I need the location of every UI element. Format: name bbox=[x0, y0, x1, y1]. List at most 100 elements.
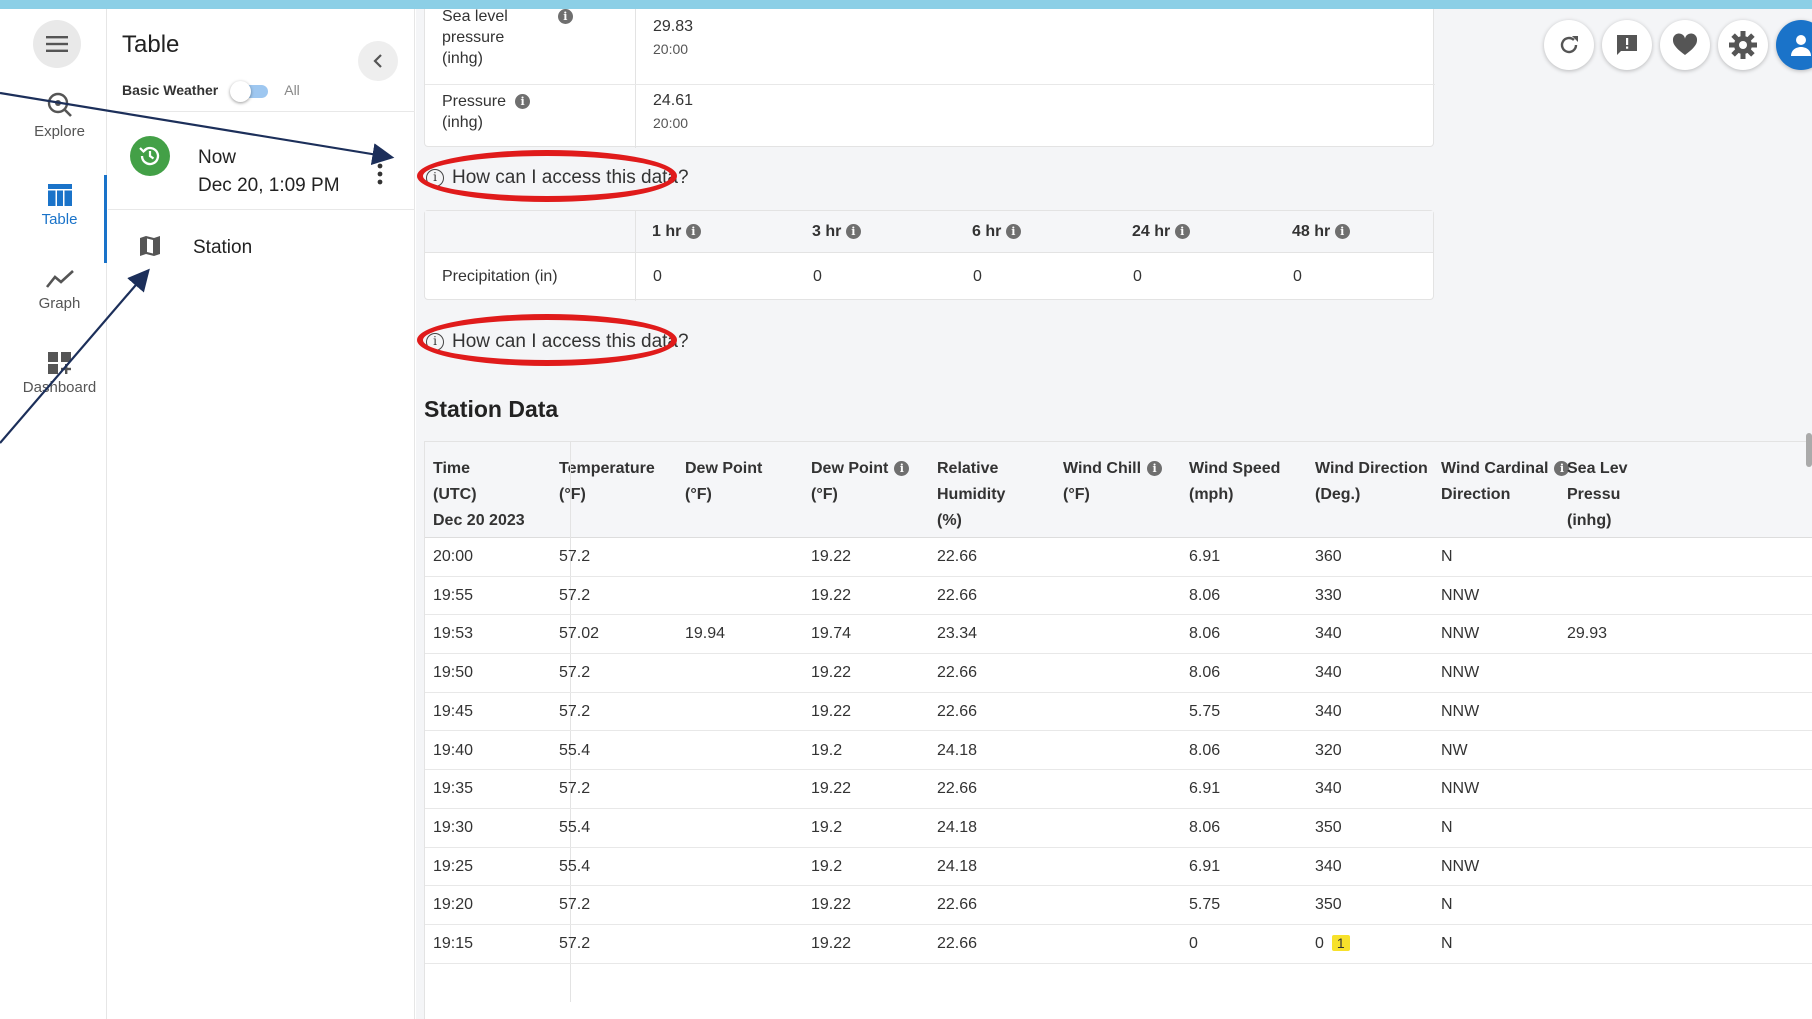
feedback-button[interactable] bbox=[1602, 20, 1652, 70]
table-cell: 5.75 bbox=[1189, 702, 1221, 720]
column-header: Wind Direction (Deg.) bbox=[1315, 460, 1428, 503]
table-cell: 19:45 bbox=[433, 702, 474, 720]
table-cell: 57.2 bbox=[559, 586, 591, 604]
table-cell: 55.4 bbox=[559, 818, 591, 836]
table-cell: 57.2 bbox=[559, 664, 591, 682]
info-icon[interactable]: i bbox=[1147, 461, 1163, 477]
annotation-red-oval bbox=[417, 314, 677, 366]
table-cell: NW bbox=[1441, 741, 1468, 759]
highlight-badge: 1 bbox=[1331, 935, 1350, 951]
precipitation-card: 1 hr i 3 hr i 6 hr i 24 hr i 48 hr i Pre… bbox=[424, 210, 1434, 301]
table-cell: 19:20 bbox=[433, 896, 474, 914]
table-cell: 57.2 bbox=[559, 780, 591, 798]
rail-item-graph[interactable]: Graph bbox=[12, 267, 107, 312]
horizontal-scrollbar-thumb[interactable] bbox=[1806, 433, 1812, 467]
precip-value-6hr: 0 bbox=[973, 268, 982, 285]
column-header: Sea Lev Pressu (inhg) bbox=[1567, 460, 1628, 529]
table-cell: 57.2 bbox=[559, 702, 591, 720]
precip-header-48hr: 48 hr i bbox=[1292, 223, 1350, 241]
table-cell: 19.74 bbox=[811, 625, 852, 643]
sea-level-pressure-value: 29.83 bbox=[653, 18, 694, 35]
station-selector[interactable]: Station bbox=[108, 224, 415, 268]
table-cell: NNW bbox=[1441, 625, 1480, 643]
info-icon[interactable]: i bbox=[1005, 224, 1021, 240]
feedback-icon bbox=[1617, 35, 1637, 55]
toggle-label-basic: Basic Weather bbox=[122, 82, 219, 98]
table-cell: 340 bbox=[1315, 625, 1342, 643]
table-cell: 340 bbox=[1315, 702, 1342, 720]
table-cell: 24.18 bbox=[937, 741, 978, 759]
info-icon[interactable]: i bbox=[1174, 224, 1190, 240]
column-header: Temperature (°F) bbox=[559, 460, 655, 503]
now-time: Dec 20, 1:09 PM bbox=[198, 175, 340, 196]
info-icon[interactable]: i bbox=[845, 224, 861, 240]
rail-item-label: Table bbox=[41, 211, 78, 228]
map-icon bbox=[140, 236, 160, 256]
settings-button[interactable] bbox=[1718, 20, 1768, 70]
info-icon[interactable]: i bbox=[1334, 224, 1350, 240]
table-cell: 55.4 bbox=[559, 741, 591, 759]
precip-header-6hr: 6 hr i bbox=[972, 223, 1021, 241]
table-cell: N bbox=[1441, 935, 1453, 952]
table-cell: 19:35 bbox=[433, 780, 474, 798]
summary-card: Sea level i pressure (inhg) 29.83 20:00 P… bbox=[424, 9, 1435, 148]
table-cell: 22.66 bbox=[937, 896, 978, 914]
table-cell: 24.18 bbox=[937, 857, 978, 875]
table-cell: 6.91 bbox=[1189, 548, 1221, 565]
account-button[interactable] bbox=[1776, 20, 1812, 70]
table-cell: 22.66 bbox=[937, 780, 978, 798]
info-icon[interactable]: i bbox=[894, 461, 910, 477]
more-options-icon[interactable] bbox=[376, 163, 384, 185]
rail-item-label: Explore bbox=[34, 123, 85, 140]
precip-header bbox=[425, 211, 1433, 253]
table-cell: NNW bbox=[1441, 664, 1480, 682]
precip-value-1hr: 0 bbox=[653, 268, 662, 285]
precip-header-24hr: 24 hr i bbox=[1132, 223, 1190, 241]
table-cell: 330 bbox=[1315, 586, 1342, 604]
time-selector-now[interactable]: Now Dec 20, 1:09 PM bbox=[108, 119, 415, 211]
table-cell: 19:25 bbox=[433, 857, 474, 875]
table-cell: 19.22 bbox=[811, 935, 852, 952]
dashboard-icon bbox=[47, 352, 71, 374]
table-cell: 19.2 bbox=[811, 818, 843, 836]
table-cell: 8.06 bbox=[1189, 818, 1221, 836]
column-header: Wind Cardinal i Direction bbox=[1441, 456, 1570, 508]
collapse-panel-button[interactable] bbox=[358, 41, 398, 81]
table-row: 19:35 57.2 19.22 22.66 6.91 340 NNW bbox=[425, 770, 1812, 809]
explore-icon bbox=[47, 92, 72, 117]
table-cell: 19:50 bbox=[433, 664, 474, 682]
table-cell: 57.2 bbox=[559, 935, 591, 952]
detail-toggle-row: Basic Weather All bbox=[122, 79, 300, 102]
column-divider bbox=[635, 211, 636, 301]
info-icon[interactable]: i bbox=[685, 224, 701, 240]
rail-item-explore[interactable]: Explore bbox=[12, 91, 107, 140]
table-row: 19:40 55.4 19.2 24.18 8.06 320 NW bbox=[425, 732, 1812, 771]
table-row: 19:50 57.2 19.22 22.66 8.06 340 NNW bbox=[425, 654, 1812, 693]
table-cell: 22.66 bbox=[937, 702, 978, 720]
detail-toggle-switch[interactable] bbox=[230, 81, 270, 102]
sea-level-pressure-label: Sea level i pressure (inhg) bbox=[442, 9, 573, 69]
precip-value-48hr: 0 bbox=[1293, 268, 1302, 285]
favorite-button[interactable] bbox=[1660, 20, 1710, 70]
table-cell: 24.18 bbox=[937, 818, 978, 836]
table-cell: 19.22 bbox=[811, 548, 852, 565]
divider bbox=[108, 111, 415, 112]
row-divider bbox=[425, 84, 1435, 85]
rail-item-table[interactable]: Table bbox=[12, 183, 107, 228]
table-cell: 350 bbox=[1315, 896, 1342, 914]
table-cell: 360 bbox=[1315, 548, 1342, 565]
column-header: Relative Humidity (%) bbox=[937, 460, 1006, 529]
rail-item-dashboard[interactable]: Dashboard bbox=[12, 351, 107, 396]
table-cell: NNW bbox=[1441, 780, 1480, 798]
station-data-table: Time (UTC) Dec 20 2023 Temperature (°F) Dew P… bbox=[424, 441, 1812, 1019]
table-cell: 8.06 bbox=[1189, 741, 1221, 759]
table-cell: NNW bbox=[1441, 702, 1480, 720]
menu-button[interactable] bbox=[33, 20, 81, 68]
info-icon[interactable]: i bbox=[557, 9, 573, 25]
table-cell: 320 bbox=[1315, 741, 1342, 759]
refresh-button[interactable] bbox=[1544, 20, 1594, 70]
info-icon[interactable]: i bbox=[515, 94, 531, 110]
column-header: Wind Chill i (°F) bbox=[1063, 456, 1163, 508]
table-cell: 8.06 bbox=[1189, 586, 1221, 604]
table-cell: 19.22 bbox=[811, 896, 852, 914]
